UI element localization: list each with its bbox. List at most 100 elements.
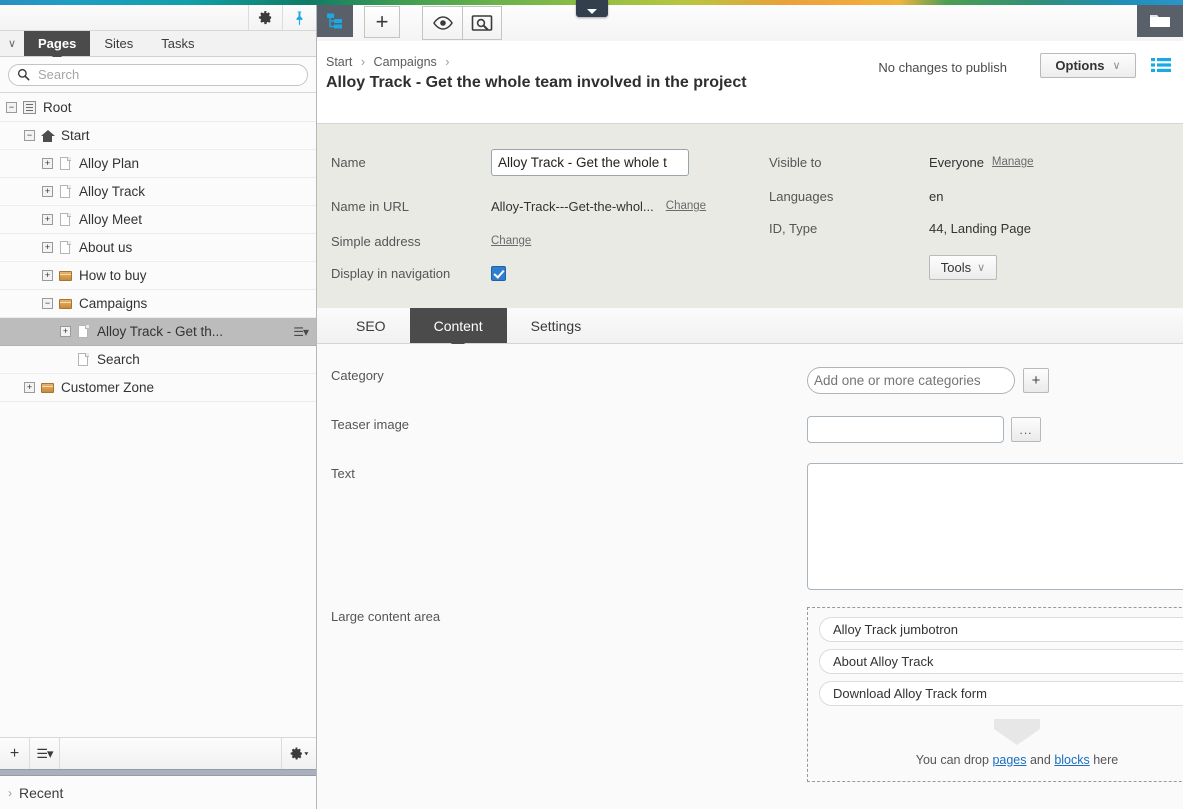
detail-row-visible-to: Visible to Everyone Manage	[769, 150, 1033, 174]
tab-seo[interactable]: SEO	[332, 308, 410, 343]
browse-teaser-image-button[interactable]: ...	[1011, 417, 1041, 442]
content-area-item-label: About Alloy Track	[833, 654, 934, 669]
tree-item-about-us[interactable]: + About us	[0, 234, 316, 262]
view-mode-button-group	[422, 6, 502, 40]
folder-icon	[40, 380, 55, 396]
tree-item-alloy-meet[interactable]: + Alloy Meet	[0, 206, 316, 234]
visible-to-label: Visible to	[769, 154, 822, 170]
tree-expander-icon[interactable]: +	[60, 326, 71, 337]
tree-item-campaigns[interactable]: − Campaigns	[0, 290, 316, 318]
tree-expander-icon[interactable]: +	[42, 270, 53, 281]
tree-expander-icon[interactable]: +	[42, 186, 53, 197]
nav-settings-dropdown-button[interactable]	[282, 738, 316, 769]
name-label: Name	[331, 154, 366, 170]
name-input[interactable]	[491, 148, 689, 176]
breadcrumb-item-campaigns[interactable]: Campaigns	[374, 55, 437, 69]
tree-item-alloy-plan[interactable]: + Alloy Plan	[0, 150, 316, 178]
page-title: Alloy Track - Get the whole team involve…	[326, 74, 747, 91]
tree-expander-icon[interactable]: +	[42, 158, 53, 169]
page-icon	[76, 352, 91, 368]
display-in-navigation-checkbox[interactable]	[491, 265, 506, 281]
tree-item-start[interactable]: − Start	[0, 122, 316, 150]
drop-hint-prefix: You can drop	[915, 753, 993, 767]
options-button-label: Options	[1055, 58, 1105, 73]
chevron-down-icon[interactable]: ∨	[0, 31, 24, 56]
page-icon	[58, 156, 73, 172]
teaser-image-input[interactable]	[807, 416, 1004, 443]
tree-item-context-menu-icon[interactable]: ☰▾	[293, 325, 309, 339]
name-in-url-label: Name in URL	[331, 198, 410, 214]
page-tree-icon	[327, 13, 342, 29]
name-in-url-value: Alloy-Track---Get-the-whol...	[491, 198, 654, 214]
assets-pane-toggle-button[interactable]	[1137, 5, 1183, 37]
nav-list-menu-button[interactable]: ☰▾	[30, 738, 60, 769]
nav-tab-tasks[interactable]: Tasks	[147, 31, 208, 56]
toolbar-spacer	[60, 738, 282, 769]
content-area-item[interactable]: About Alloy Track	[819, 649, 1183, 674]
tree-expander-icon[interactable]: +	[24, 382, 35, 393]
drop-hint-blocks-link[interactable]: blocks	[1054, 753, 1089, 767]
nav-tab-sites[interactable]: Sites	[90, 31, 147, 56]
detail-row-name: Name	[331, 148, 689, 176]
category-input[interactable]	[807, 367, 1015, 394]
tree-expander-icon	[60, 354, 71, 365]
chevron-down-icon: ∨	[977, 262, 986, 274]
change-name-in-url-link[interactable]: Change	[666, 200, 706, 212]
nav-tab-pages[interactable]: Pages	[24, 31, 91, 62]
tools-button[interactable]: Tools ∨	[929, 255, 997, 280]
display-in-navigation-label: Display in navigation	[331, 265, 451, 281]
global-menu-pulldown-tab[interactable]	[576, 0, 608, 17]
options-button[interactable]: Options ∨	[1040, 53, 1136, 78]
change-simple-address-link[interactable]: Change	[491, 235, 531, 247]
tree-item-label: Customer Zone	[61, 380, 155, 395]
recent-section-header[interactable]: › Recent	[0, 776, 316, 809]
nav-pin-button[interactable]	[282, 5, 316, 30]
create-new-button[interactable]: +	[364, 6, 400, 38]
text-textarea[interactable]	[807, 463, 1183, 590]
navigation-pane-toolbar	[0, 5, 316, 31]
down-arrow-icon	[994, 719, 1040, 745]
manage-access-link[interactable]: Manage	[992, 156, 1034, 168]
navigation-search-container	[0, 57, 316, 93]
nav-splitter-handle[interactable]	[0, 769, 316, 776]
tree-item-alloy-track[interactable]: + Alloy Track	[0, 178, 316, 206]
chevron-right-icon: ›	[8, 785, 12, 800]
large-content-area-dropzone[interactable]: Alloy Track jumbotron About Alloy Track …	[807, 607, 1183, 782]
tree-expander-icon[interactable]: −	[6, 102, 17, 113]
tree-expander-icon[interactable]: +	[42, 242, 53, 253]
compare-view-button[interactable]	[462, 7, 501, 39]
page-icon	[76, 324, 91, 340]
visible-to-value: Everyone	[929, 154, 984, 170]
tree-expander-icon[interactable]: −	[24, 130, 35, 141]
home-icon	[40, 128, 55, 144]
search-input[interactable]	[36, 66, 299, 83]
tree-expander-icon[interactable]: −	[42, 298, 53, 309]
list-view-button[interactable]	[1149, 54, 1173, 76]
tab-settings[interactable]: Settings	[507, 308, 606, 343]
detail-row-simple-address: Simple address Change	[331, 229, 531, 253]
tree-item-search[interactable]: Search	[0, 346, 316, 374]
page-icon	[58, 240, 73, 256]
languages-label: Languages	[769, 188, 834, 204]
tree-item-label: Alloy Meet	[79, 212, 143, 227]
preview-button[interactable]	[423, 7, 462, 39]
add-page-button[interactable]: +	[0, 738, 30, 769]
tree-item-label: Alloy Track - Get th...	[97, 324, 224, 339]
content-area-item[interactable]: Download Alloy Track form	[819, 681, 1183, 706]
tree-item-label: Root	[43, 100, 72, 115]
add-category-button[interactable]: +	[1023, 368, 1049, 393]
tree-expander-icon[interactable]: +	[42, 214, 53, 225]
drop-hint-pages-link[interactable]: pages	[992, 753, 1026, 767]
search-box[interactable]	[8, 63, 308, 86]
content-area-item-label: Alloy Track jumbotron	[833, 622, 958, 637]
tree-item-how-to-buy[interactable]: + How to buy	[0, 262, 316, 290]
tree-item-root[interactable]: − Root	[0, 94, 316, 122]
toggle-page-tree-button[interactable]	[317, 5, 353, 37]
tree-item-customer-zone[interactable]: + Customer Zone	[0, 374, 316, 402]
content-area-item[interactable]: Alloy Track jumbotron	[819, 617, 1183, 642]
publish-status-text: No changes to publish	[878, 60, 1007, 75]
tab-content[interactable]: Content	[409, 308, 507, 351]
nav-settings-button[interactable]	[248, 5, 282, 30]
breadcrumb-item-start[interactable]: Start	[326, 55, 352, 69]
tree-item-alloy-track-campaign[interactable]: + Alloy Track - Get th... ☰▾	[0, 318, 316, 346]
